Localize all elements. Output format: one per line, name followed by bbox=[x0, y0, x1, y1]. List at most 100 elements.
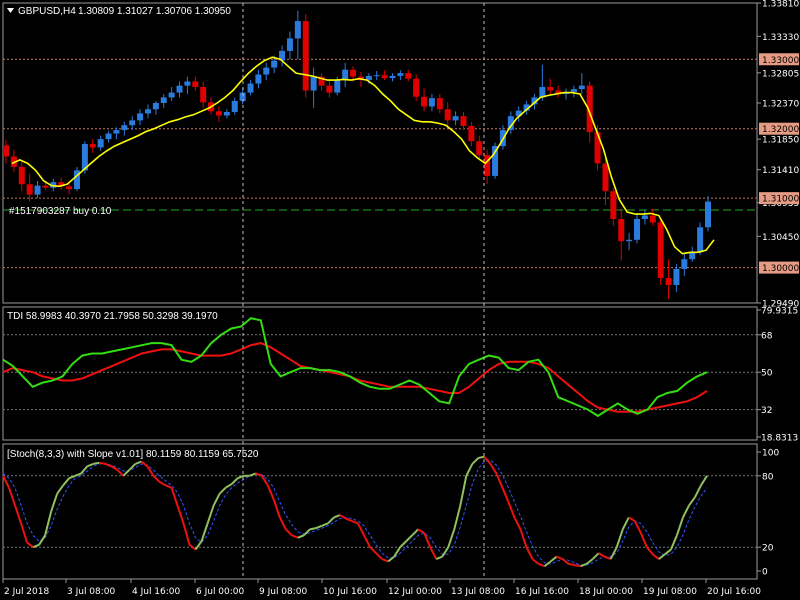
bear-candle bbox=[42, 185, 49, 188]
stoch-main-segment bbox=[459, 475, 468, 506]
stoch-main-segment bbox=[441, 546, 450, 558]
stoch-main-segment bbox=[556, 555, 563, 561]
time-tick-label: 16 Jul 16:00 bbox=[515, 587, 569, 597]
bull-candle bbox=[452, 116, 459, 121]
bull-candle bbox=[705, 201, 711, 228]
tdi-tick-label: 68 bbox=[761, 331, 773, 341]
price-level-tag-label: 1.30000 bbox=[762, 264, 799, 274]
price-level-tag-label: 1.33000 bbox=[762, 56, 799, 66]
price-tick-label: 1.30450 bbox=[762, 233, 799, 243]
bear-candle bbox=[476, 141, 483, 156]
stoch-main-segment bbox=[549, 555, 558, 563]
stoch-label: [Stoch(8,3,3) with Slope v1.01] 80.1159 … bbox=[7, 449, 259, 460]
time-tick-label: 3 Jul 08:00 bbox=[67, 587, 116, 597]
stoch-main-segment bbox=[519, 529, 528, 548]
price-tick-label: 1.31850 bbox=[762, 136, 799, 146]
bear-candle bbox=[649, 215, 656, 223]
bull-candle bbox=[247, 83, 254, 93]
tdi-tick-label: 32 bbox=[761, 406, 772, 416]
bull-candle bbox=[342, 69, 349, 81]
chart-window: 1.33810 1.33330 1.32805 1.32370 1.31850 1.314… bbox=[0, 0, 800, 600]
stoch-main-segment bbox=[478, 455, 485, 459]
stoch-main-segment bbox=[682, 505, 690, 518]
bull-candle bbox=[121, 125, 128, 131]
bull-candle bbox=[263, 67, 270, 75]
stoch-main-segment bbox=[278, 516, 287, 530]
stoch-main-segment bbox=[375, 552, 383, 560]
bull-candle bbox=[152, 103, 159, 110]
stoch-main-segment bbox=[639, 532, 648, 548]
bull-candle bbox=[697, 227, 704, 253]
bull-candle bbox=[397, 73, 404, 76]
stoch-main-segment bbox=[531, 558, 540, 565]
stoch-main-segment bbox=[598, 552, 606, 558]
stoch-main-segment bbox=[675, 517, 684, 536]
stoch-main-segment bbox=[56, 484, 64, 495]
time-tick-label: 4 Jul 16:00 bbox=[132, 587, 181, 597]
bull-candle bbox=[673, 268, 680, 285]
time-axis: 2 Jul 2018 3 Jul 08:00 4 Jul 16:00 6 Jul 00… bbox=[2, 579, 761, 597]
stoch-main-segment bbox=[194, 540, 203, 551]
stoch-main-segment bbox=[218, 486, 227, 495]
stoch-main-segment bbox=[447, 529, 456, 548]
stoch-panel-levels bbox=[3, 475, 757, 548]
stoch-main-segment bbox=[285, 528, 293, 537]
bear-candle bbox=[26, 184, 33, 195]
stoch-main-segment bbox=[99, 461, 106, 465]
stoch-main-segment bbox=[297, 534, 305, 539]
stoch-tick-label: 80 bbox=[762, 472, 774, 482]
price-level-tag-label: 1.32000 bbox=[762, 125, 799, 135]
stoch-main-segment bbox=[158, 480, 166, 487]
time-tick-label: 18 Jul 00:00 bbox=[579, 587, 633, 597]
bear-candle bbox=[89, 143, 96, 148]
stoch-main-segment bbox=[104, 462, 112, 468]
tdi-tick-label: 18.8313 bbox=[761, 434, 798, 444]
panel-frame-st bbox=[2, 443, 758, 580]
stoch-main-segment bbox=[68, 474, 76, 480]
stoch-main-segment bbox=[538, 562, 545, 568]
time-tick-label: 13 Jul 08:00 bbox=[451, 587, 505, 597]
ohlc-label: 1.30809 1.31027 1.30706 1.30950 bbox=[78, 6, 231, 17]
bull-candle bbox=[334, 80, 341, 93]
bear-candle bbox=[436, 98, 443, 110]
stoch-main-segment bbox=[580, 562, 588, 568]
price-tick-label: 1.32370 bbox=[762, 100, 799, 110]
stoch-main-segment bbox=[507, 501, 516, 518]
stoch-main-segment bbox=[363, 534, 371, 548]
bear-candle bbox=[326, 85, 333, 93]
bull-candle bbox=[97, 139, 104, 148]
bear-candle bbox=[421, 96, 428, 107]
stoch-main-segment bbox=[32, 543, 40, 549]
bull-candle bbox=[255, 74, 262, 84]
stoch-main-segment bbox=[658, 553, 666, 560]
bull-candle bbox=[113, 130, 120, 134]
price-level-tag-label: 1.31000 bbox=[762, 195, 799, 205]
stoch-main-segment bbox=[574, 564, 581, 568]
stoch-main-segment bbox=[93, 461, 100, 465]
bear-candle bbox=[3, 145, 9, 157]
bear-candle bbox=[610, 191, 617, 219]
stoch-main-segment bbox=[266, 484, 275, 500]
time-tick-label: 19 Jul 08:00 bbox=[643, 587, 697, 597]
stoch-main-segment bbox=[176, 505, 185, 524]
bear-candle bbox=[405, 73, 412, 79]
stoch-main-line bbox=[2, 455, 708, 568]
stoch-main-segment bbox=[327, 516, 335, 525]
stoch-main-segment bbox=[321, 522, 329, 527]
price-tick-label: 1.31410 bbox=[762, 166, 799, 176]
price-tick-label: 1.32805 bbox=[762, 69, 799, 79]
time-tick-label: 12 Jul 00:00 bbox=[388, 587, 442, 597]
bear-candle bbox=[618, 218, 625, 242]
bull-candle bbox=[389, 75, 396, 78]
order-label: #1517903287 buy 0.10 bbox=[9, 206, 112, 217]
chart-menu-triangle-icon[interactable] bbox=[7, 8, 14, 13]
period-separators bbox=[242, 3, 485, 579]
bear-candle bbox=[444, 109, 451, 121]
stoch-main-segment bbox=[453, 505, 462, 530]
bull-candle bbox=[176, 85, 183, 93]
stoch-main-segment bbox=[369, 546, 377, 554]
stoch-main-segment bbox=[501, 487, 510, 503]
stoch-main-segment bbox=[170, 487, 179, 506]
bull-candle bbox=[689, 252, 696, 260]
stoch-main-segment bbox=[230, 477, 239, 485]
